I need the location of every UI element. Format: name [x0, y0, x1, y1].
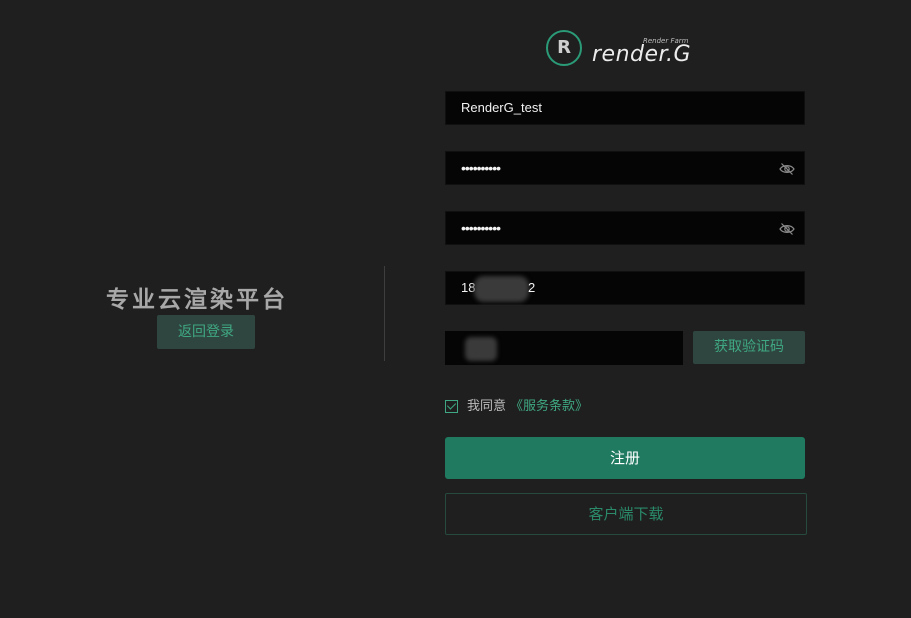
get-code-button[interactable]: 获取验证码 [693, 331, 805, 364]
terms-link[interactable]: 《服务条款》 [510, 399, 588, 414]
agree-label: 我同意 [467, 399, 507, 414]
verification-code-field[interactable] [445, 331, 683, 365]
username-value: RenderG_test [461, 100, 542, 115]
platform-title: 专业云渲染平台 [106, 287, 288, 313]
eye-off-icon[interactable] [779, 161, 795, 175]
checkbox-checked-icon[interactable] [445, 399, 458, 413]
divider [384, 266, 385, 361]
redacted-area [474, 276, 529, 302]
redacted-area [465, 337, 497, 361]
logo: R Render Farm render.G [546, 30, 726, 72]
password-field[interactable]: •••••••••• [445, 151, 805, 185]
terms-agreement: 我同意 《服务条款》 [445, 398, 588, 416]
password-value: •••••••••• [461, 160, 501, 176]
confirm-password-value: •••••••••• [461, 220, 501, 236]
eye-off-icon[interactable] [779, 221, 795, 235]
logo-mark-icon: R [546, 30, 582, 66]
register-button[interactable]: 注册 [445, 437, 805, 479]
phone-suffix: 2 [528, 280, 536, 295]
confirm-password-field[interactable]: •••••••••• [445, 211, 805, 245]
back-to-login-button[interactable]: 返回登录 [157, 315, 255, 349]
logo-name: render.G [592, 42, 692, 67]
phone-field[interactable]: 18 2 [445, 271, 805, 305]
client-download-button[interactable]: 客户端下载 [445, 493, 807, 535]
username-field[interactable]: RenderG_test [445, 91, 805, 125]
